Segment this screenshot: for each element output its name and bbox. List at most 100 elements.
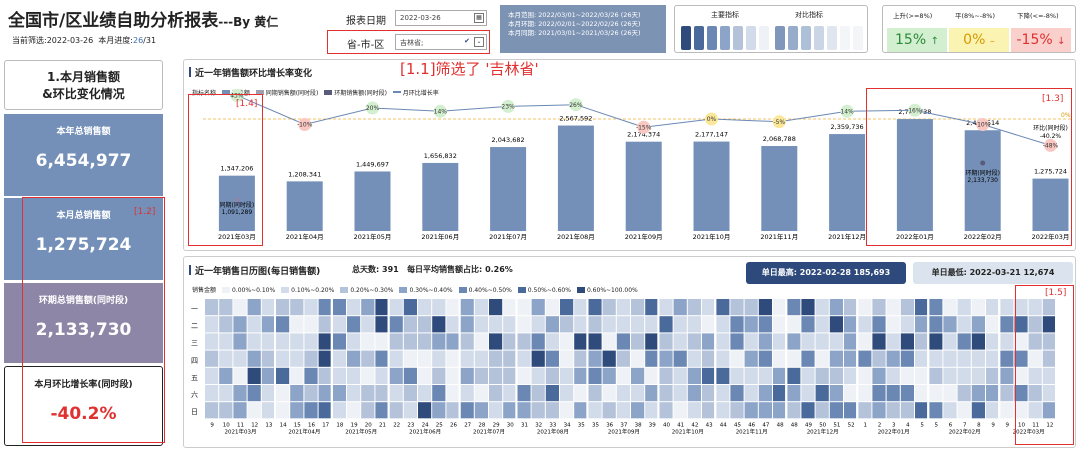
up-label: 上升(>=8%) xyxy=(893,12,933,20)
heatmap-cell xyxy=(971,402,985,419)
region-select[interactable]: 吉林省; ✔ ⌄ xyxy=(395,34,487,50)
heatmap-cell xyxy=(318,367,332,384)
heatmap-cell xyxy=(872,385,886,402)
heatmap-cell xyxy=(602,367,616,384)
heatmap-cell xyxy=(261,350,275,367)
bar-label-4: 2,043,682 xyxy=(492,136,525,144)
heatmap-cell xyxy=(304,385,318,402)
heatmap-cell xyxy=(304,299,318,316)
heatmap-cell xyxy=(815,333,829,350)
heatmap-cell xyxy=(531,402,545,419)
x-tick-9: 2021年12月 xyxy=(828,232,866,241)
heatmap-cell xyxy=(971,385,985,402)
heatmap-cell xyxy=(347,350,361,367)
heatmap-cell xyxy=(773,299,787,316)
heatmap-cell xyxy=(332,385,346,402)
heatmap-cell xyxy=(616,333,630,350)
heatmap-cell xyxy=(957,316,971,333)
heatmap-cell xyxy=(815,316,829,333)
heatmap-cell xyxy=(659,316,673,333)
heatmap-cell xyxy=(900,316,914,333)
heatmap-cell xyxy=(389,316,403,333)
heatmap-cell xyxy=(261,333,275,350)
heatmap-cell xyxy=(361,316,375,333)
heatmap-cell xyxy=(858,350,872,367)
bar-1 xyxy=(286,181,323,231)
week-label: 17 xyxy=(322,422,329,428)
heatmap-cell xyxy=(545,402,559,419)
trend-up-cell: 15% ↑ xyxy=(887,28,947,52)
heatmap-cell xyxy=(716,316,730,333)
heatmap-cell xyxy=(460,350,474,367)
heatmap-cell xyxy=(432,350,446,367)
heatmap-cell xyxy=(645,385,659,402)
heatmap-cell xyxy=(219,350,233,367)
heatmap-cell xyxy=(986,350,1000,367)
section-subtitle: &环比变化情况 xyxy=(42,87,125,101)
heatmap-cell xyxy=(631,402,645,419)
heatmap-cell xyxy=(616,316,630,333)
heatmap-cell xyxy=(702,385,716,402)
heatmap-cell xyxy=(829,402,843,419)
week-label: 14 xyxy=(280,422,287,428)
chevron-down-icon[interactable]: ⌄ xyxy=(474,37,484,47)
heatmap-cell xyxy=(418,367,432,384)
heatmap-cell xyxy=(616,299,630,316)
heatmap-cell xyxy=(957,402,971,419)
heatmap-cell xyxy=(844,299,858,316)
heatmap-cell xyxy=(318,316,332,333)
heatmap-cell xyxy=(957,299,971,316)
month-label-5: 2021年08月 xyxy=(537,427,569,435)
heatmap-cell xyxy=(730,316,744,333)
heatmap-cell xyxy=(531,299,545,316)
heatmap-cell xyxy=(460,333,474,350)
heatmap-cell xyxy=(886,299,900,316)
down-label: 下降(<=-8%) xyxy=(1017,12,1059,20)
week-label: 15 xyxy=(294,422,301,428)
heatmap-cell xyxy=(219,402,233,419)
heatmap-cell xyxy=(574,350,588,367)
heatmap-cell xyxy=(219,367,233,384)
heatmap-cell xyxy=(503,385,517,402)
page-title: 全国市/区业绩自助分析报表---By 黄仁 xyxy=(8,11,279,31)
calendar-icon[interactable]: ▦ xyxy=(474,13,484,23)
heatmap-cell xyxy=(687,333,701,350)
heatmap-cell xyxy=(389,402,403,419)
progress-value: 26 xyxy=(132,36,144,45)
heatmap-cell xyxy=(815,299,829,316)
heatmap-cell xyxy=(517,402,531,419)
heatmap-cell xyxy=(446,333,460,350)
heatmap-cell xyxy=(290,402,304,419)
week-label: 3 xyxy=(892,422,896,428)
heatmap-cell xyxy=(276,402,290,419)
heatmap-cell xyxy=(304,316,318,333)
week-label: 10 xyxy=(223,422,230,428)
heatmap-cell xyxy=(915,350,929,367)
heatmap-cell xyxy=(489,402,503,419)
growth-label-9: 14% xyxy=(840,109,854,116)
heatmap-cell xyxy=(631,316,645,333)
bar-3 xyxy=(422,162,459,231)
heatmap-cell xyxy=(631,350,645,367)
heatmap-cell xyxy=(489,385,503,402)
heatmap-cell xyxy=(460,402,474,419)
heatmap-cell xyxy=(886,333,900,350)
heatmap-cell xyxy=(290,385,304,402)
heatmap-cell xyxy=(517,367,531,384)
heatmap-cell xyxy=(517,316,531,333)
legend-swatch-main-6 xyxy=(759,26,769,50)
heatmap-cell xyxy=(375,385,389,402)
x-tick-1: 2021年04月 xyxy=(286,232,324,241)
heatmap-cell xyxy=(233,350,247,367)
heatmap-cell xyxy=(1000,299,1014,316)
heatmap-cell xyxy=(645,299,659,316)
heatmap-cell xyxy=(659,299,673,316)
heatmap-cell xyxy=(858,402,872,419)
heatmap-cell xyxy=(787,367,801,384)
x-tick-4: 2021年07月 xyxy=(489,232,527,241)
heatmap-cell xyxy=(986,402,1000,419)
heatmap-cell xyxy=(929,402,943,419)
date-picker[interactable]: 2022-03-26 ▦ xyxy=(395,10,487,26)
heatmap-cell xyxy=(560,402,574,419)
bar-5 xyxy=(557,125,594,231)
